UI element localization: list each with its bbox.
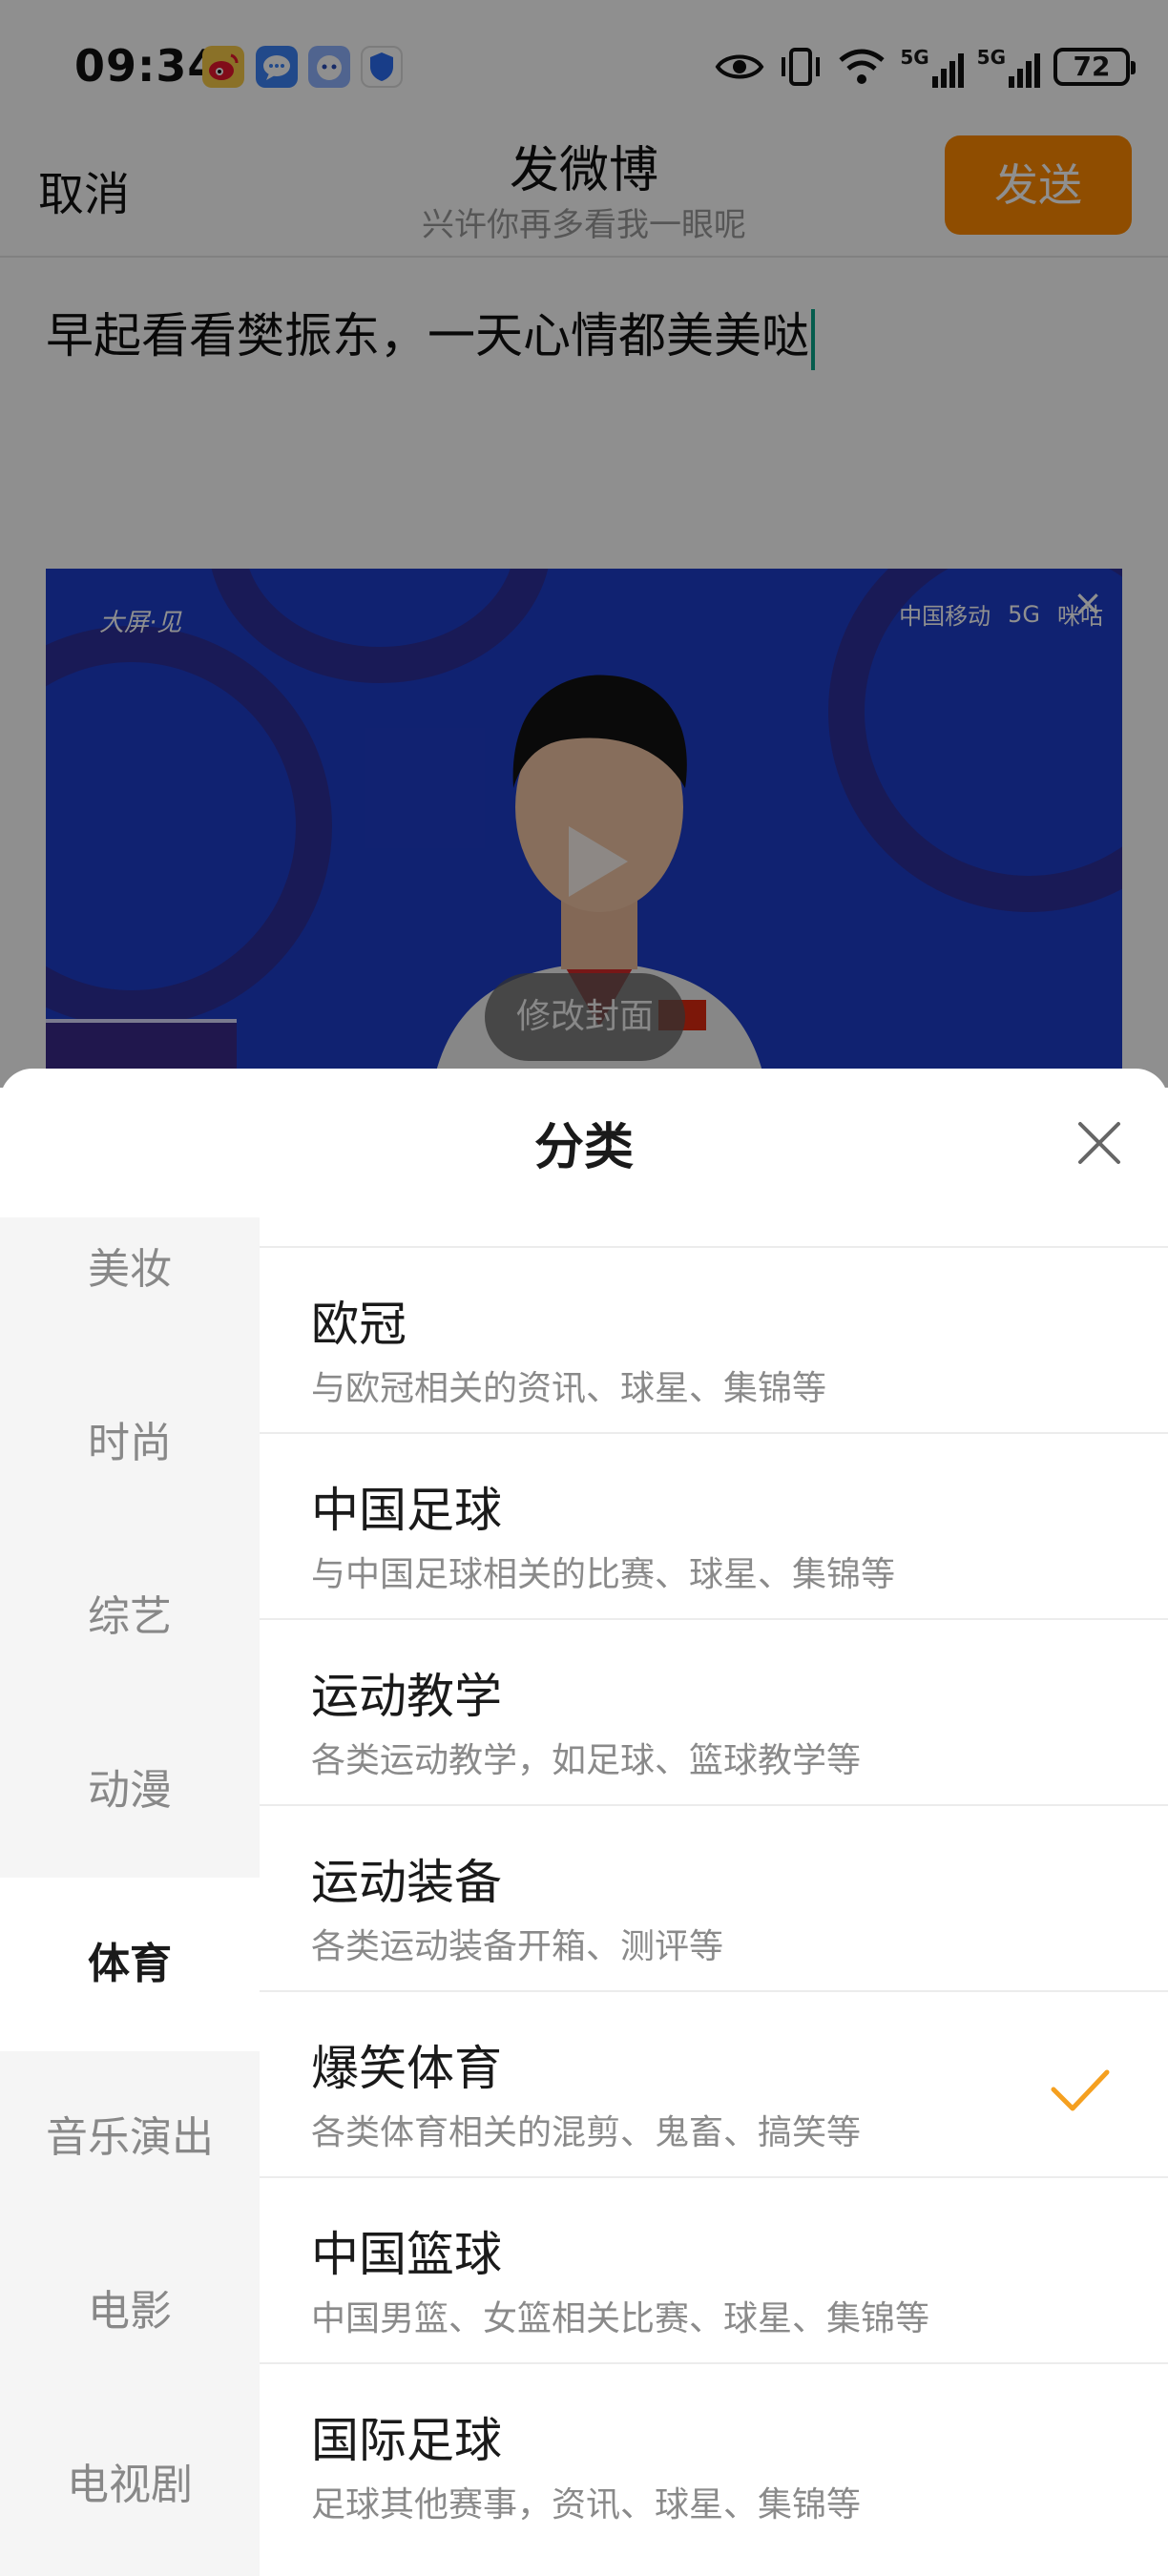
sidebar-item-makeup[interactable]: 美妆 — [0, 1183, 260, 1357]
sidebar-item-music[interactable]: 音乐演出 — [0, 2051, 260, 2225]
category-item-sports-teaching[interactable]: 运动教学 各类运动教学，如足球、篮球教学等 — [260, 1618, 1168, 1804]
category-item-desc: 与中国足球相关的比赛、球星、集锦等 — [311, 1555, 896, 1594]
category-item-desc: 中国男篮、女篮相关比赛、球星、集锦等 — [311, 2299, 930, 2338]
close-icon[interactable] — [1073, 1116, 1126, 1170]
sidebar-item-anime[interactable]: 动漫 — [0, 1704, 260, 1878]
category-item-desc: 各类体育相关的混剪、鬼畜、搞笑等 — [311, 2113, 862, 2152]
modal-overlay[interactable] — [0, 0, 1168, 1088]
category-item-title: 国际足球 — [311, 2413, 502, 2468]
category-sheet: 分类 美妆 时尚 综艺 动漫 体育 音乐演出 电影 电视剧 欧冠 与欧冠相关的资… — [0, 1069, 1168, 2576]
category-item-title: 运动教学 — [311, 1669, 502, 1724]
sheet-title: 分类 — [533, 1119, 634, 1176]
category-item-funny-sports[interactable]: 爆笑体育 各类体育相关的混剪、鬼畜、搞笑等 — [260, 1990, 1168, 2176]
sidebar-item-variety[interactable]: 综艺 — [0, 1530, 260, 1704]
sidebar-item-tv[interactable]: 电视剧 — [0, 2399, 260, 2572]
category-item-ucl[interactable]: 欧冠 与欧冠相关的资讯、球星、集锦等 — [260, 1246, 1168, 1432]
category-item-intl-football[interactable]: 国际足球 足球其他赛事，资讯、球星、集锦等 — [260, 2362, 1168, 2548]
category-sidebar: 美妆 时尚 综艺 动漫 体育 音乐演出 电影 电视剧 — [0, 1217, 260, 2576]
sidebar-item-fashion[interactable]: 时尚 — [0, 1357, 260, 1530]
category-item-title: 中国篮球 — [311, 2227, 502, 2282]
category-item-title: 运动装备 — [311, 1855, 502, 1910]
category-item-sports-gear[interactable]: 运动装备 各类运动装备开箱、测评等 — [260, 1804, 1168, 1990]
category-item-desc: 足球其他赛事，资讯、球星、集锦等 — [311, 2485, 862, 2524]
sidebar-item-movie[interactable]: 电影 — [0, 2225, 260, 2399]
checkmark-icon — [1051, 2069, 1110, 2111]
category-item-china-basketball[interactable]: 中国篮球 中国男篮、女篮相关比赛、球星、集锦等 — [260, 2176, 1168, 2362]
category-item-desc: 各类运动教学，如足球、篮球教学等 — [311, 1741, 862, 1780]
category-item-title: 爆笑体育 — [311, 2041, 502, 2096]
category-item-title: 欧冠 — [311, 1297, 407, 1352]
category-item-china-football[interactable]: 中国足球 与中国足球相关的比赛、球星、集锦等 — [260, 1432, 1168, 1618]
category-item-desc: 各类运动装备开箱、测评等 — [311, 1927, 724, 1966]
category-list: 欧冠 与欧冠相关的资讯、球星、集锦等 中国足球 与中国足球相关的比赛、球星、集锦… — [260, 1217, 1168, 2576]
category-item-desc: 与欧冠相关的资讯、球星、集锦等 — [311, 1369, 827, 1408]
category-item-title: 中国足球 — [311, 1483, 502, 1538]
sidebar-item-sports[interactable]: 体育 — [0, 1878, 260, 2051]
